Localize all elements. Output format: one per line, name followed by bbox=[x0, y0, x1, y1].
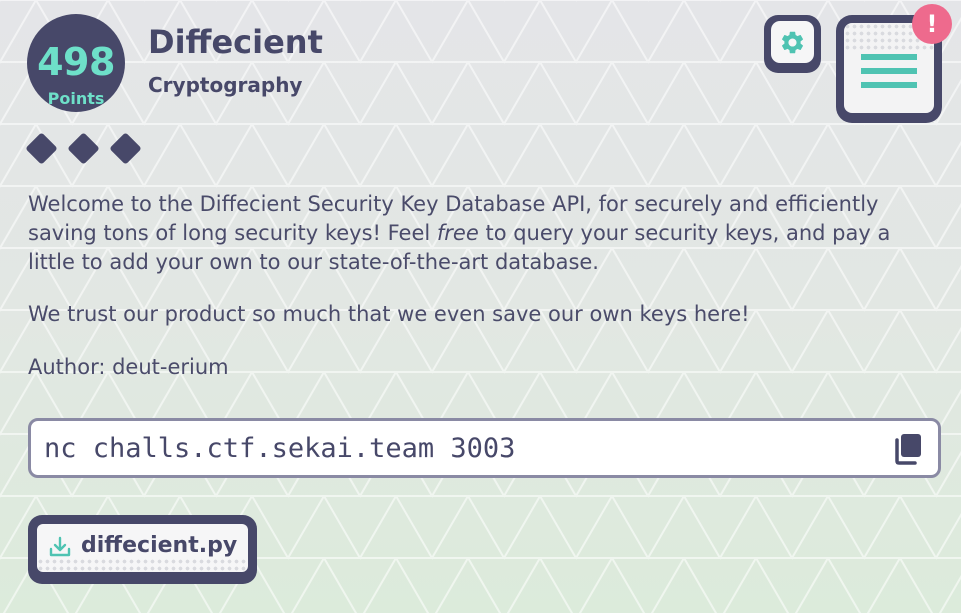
download-icon bbox=[49, 536, 71, 557]
description-emphasis: free bbox=[436, 221, 479, 245]
challenge-category: Cryptography bbox=[148, 73, 303, 97]
copy-icon[interactable] bbox=[893, 433, 923, 465]
settings-button[interactable] bbox=[764, 15, 821, 73]
file-download-button-face: diffecient.py bbox=[37, 524, 248, 572]
difficulty-diamond-3 bbox=[109, 132, 142, 165]
file-download-button[interactable]: diffecient.py bbox=[28, 515, 257, 584]
difficulty-diamond-1 bbox=[25, 132, 58, 165]
challenge-title: Diffecient bbox=[148, 23, 323, 61]
points-label: Points bbox=[47, 89, 105, 108]
difficulty-diamond-2 bbox=[67, 132, 100, 165]
description-paragraph-2: We trust our product so much that we eve… bbox=[28, 302, 750, 326]
gear-icon bbox=[781, 31, 804, 54]
points-value: 498 bbox=[37, 40, 115, 84]
settings-button-face bbox=[771, 21, 814, 63]
description-paragraph-1: Welcome to the Diffecient Security Key D… bbox=[28, 190, 928, 277]
hamburger-icon bbox=[861, 54, 917, 88]
connection-command[interactable]: nc challs.ctf.sekai.team 3003 bbox=[44, 432, 515, 466]
challenge-author: Author: deut-erium bbox=[28, 355, 229, 379]
notification-alert-badge[interactable]: ! bbox=[912, 4, 952, 44]
difficulty-indicator bbox=[24, 131, 154, 171]
connection-command-box[interactable]: nc challs.ctf.sekai.team 3003 bbox=[28, 418, 941, 478]
file-name: diffecient.py bbox=[81, 533, 238, 558]
points-badge: 498 Points bbox=[27, 14, 125, 112]
